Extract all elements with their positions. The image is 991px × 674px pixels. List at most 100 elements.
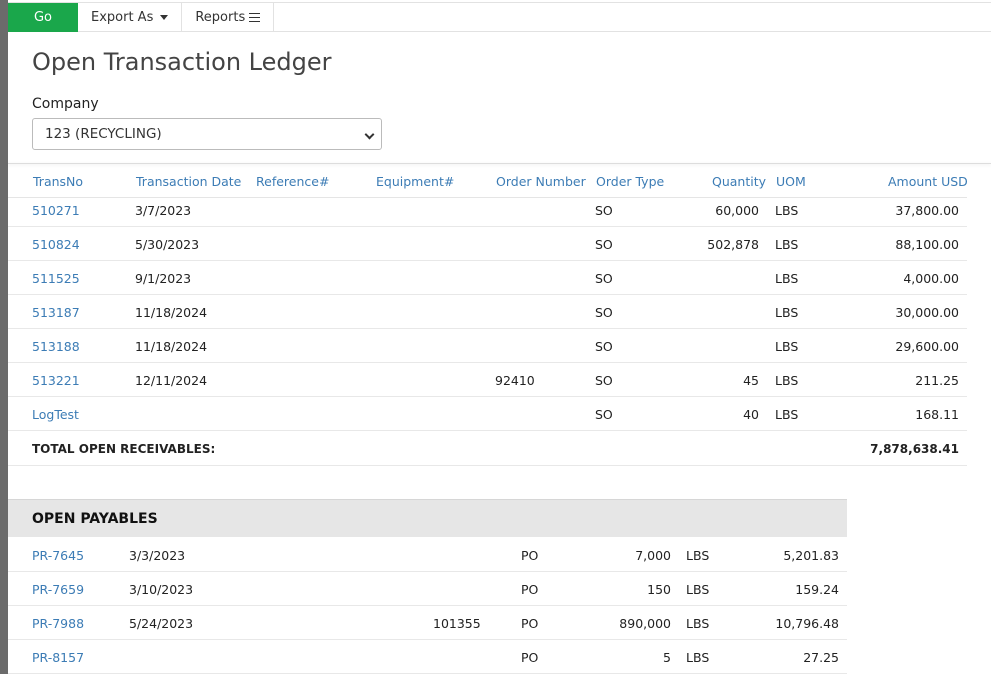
export-as-label: Export As xyxy=(91,10,154,25)
total-open-receivables-value: 7,878,638.41 xyxy=(870,442,959,456)
table-row: 513188 11/18/2024 SO LBS 29,600.00 xyxy=(8,329,967,363)
table-row: PR-7645 3/3/2023 PO 7,000 LBS 5,201.83 xyxy=(8,538,847,572)
transaction-date: 9/1/2023 xyxy=(135,271,192,286)
col-header-order-number[interactable]: Order Number xyxy=(496,174,586,189)
col-header-transaction-date[interactable]: Transaction Date xyxy=(136,174,241,189)
left-edge-bar xyxy=(0,0,8,674)
amount-usd: 29,600.00 xyxy=(895,339,959,354)
total-row: TOTAL OPEN RECEIVABLES: 7,878,638.41 xyxy=(8,432,967,466)
transaction-date: 12/11/2024 xyxy=(135,373,208,388)
uom: LBS xyxy=(686,616,710,631)
company-label: Company xyxy=(32,96,99,112)
quantity: 502,878 xyxy=(707,237,759,252)
col-header-quantity[interactable]: Quantity xyxy=(712,174,766,189)
amount-usd: 37,800.00 xyxy=(895,203,959,218)
caret-down-icon xyxy=(160,15,169,20)
quantity: 5 xyxy=(663,650,671,665)
order-type: SO xyxy=(595,373,613,388)
col-header-amount-usd[interactable]: Amount USD xyxy=(888,174,968,189)
order-type: SO xyxy=(595,237,613,252)
col-header-order-type[interactable]: Order Type xyxy=(596,174,664,189)
table-row: PR-7659 3/10/2023 PO 150 LBS 159.24 xyxy=(8,572,847,606)
transno-link[interactable]: 510271 xyxy=(32,203,80,218)
amount-usd: 159.24 xyxy=(795,582,839,597)
amount-usd: 211.25 xyxy=(915,373,959,388)
quantity: 890,000 xyxy=(619,616,671,631)
amount-usd: 168.11 xyxy=(915,407,959,422)
company-select-value: 123 (RECYCLING) xyxy=(45,126,162,142)
company-select[interactable]: 123 (RECYCLING) xyxy=(32,118,382,150)
transno-link[interactable]: LogTest xyxy=(32,407,79,422)
uom: LBS xyxy=(775,407,799,422)
uom: LBS xyxy=(775,203,799,218)
order-type: PO xyxy=(521,650,539,665)
quantity: 60,000 xyxy=(715,203,759,218)
table-row: 510824 5/30/2023 SO 502,878 LBS 88,100.0… xyxy=(8,227,967,261)
transno-link[interactable]: 511525 xyxy=(32,271,80,286)
order-type: PO xyxy=(521,616,539,631)
order-type: SO xyxy=(595,271,613,286)
go-button[interactable]: Go xyxy=(8,3,78,32)
transno-link[interactable]: 510824 xyxy=(32,237,80,252)
transno-link[interactable]: PR-7659 xyxy=(32,582,84,597)
transaction-date: 11/18/2024 xyxy=(135,305,208,320)
order-type: PO xyxy=(521,582,539,597)
uom: LBS xyxy=(686,548,710,563)
amount-usd: 5,201.83 xyxy=(783,548,839,563)
quantity: 45 xyxy=(743,373,759,388)
reports-label: Reports xyxy=(195,10,246,25)
transno-link[interactable]: 513188 xyxy=(32,339,80,354)
order-type: SO xyxy=(595,339,613,354)
transaction-date: 5/24/2023 xyxy=(129,616,194,631)
col-header-transno[interactable]: TransNo xyxy=(33,174,83,189)
uom: LBS xyxy=(686,582,710,597)
table-row: PR-7988 5/24/2023 101355 PO 890,000 LBS … xyxy=(8,606,847,640)
transaction-date: 5/30/2023 xyxy=(135,237,200,252)
amount-usd: 30,000.00 xyxy=(895,305,959,320)
chevron-down-icon xyxy=(364,129,375,140)
transno-link[interactable]: PR-7988 xyxy=(32,616,84,631)
table-row: 513221 12/11/2024 92410 SO 45 LBS 211.25 xyxy=(8,363,967,397)
uom: LBS xyxy=(775,271,799,286)
col-header-uom[interactable]: UOM xyxy=(776,174,806,189)
open-payables-title: OPEN PAYABLES xyxy=(32,511,158,527)
table-row: PR-8157 PO 5 LBS 27.25 xyxy=(8,640,847,674)
uom: LBS xyxy=(775,339,799,354)
toolbar: Go Export As Reports xyxy=(8,2,991,32)
total-open-receivables-label: TOTAL OPEN RECEIVABLES: xyxy=(32,442,216,456)
order-type: SO xyxy=(595,203,613,218)
quantity: 7,000 xyxy=(635,548,671,563)
table-row: 510271 3/7/2023 SO 60,000 LBS 37,800.00 xyxy=(8,193,967,227)
amount-usd: 27.25 xyxy=(803,650,839,665)
order-type: SO xyxy=(595,407,613,422)
uom: LBS xyxy=(686,650,710,665)
col-header-reference[interactable]: Reference# xyxy=(256,174,329,189)
table-row: 513187 11/18/2024 SO LBS 30,000.00 xyxy=(8,295,967,329)
uom: LBS xyxy=(775,305,799,320)
table-row: LogTest SO 40 LBS 168.11 xyxy=(8,397,967,431)
hamburger-menu-icon xyxy=(249,10,261,25)
transno-link[interactable]: PR-7645 xyxy=(32,548,84,563)
quantity: 40 xyxy=(743,407,759,422)
quantity: 150 xyxy=(647,582,671,597)
table-row: 511525 9/1/2023 SO LBS 4,000.00 xyxy=(8,261,967,295)
amount-usd: 10,796.48 xyxy=(775,616,839,631)
transno-link[interactable]: 513221 xyxy=(32,373,80,388)
transno-link[interactable]: 513187 xyxy=(32,305,80,320)
reports-menu-button[interactable]: Reports xyxy=(182,3,275,32)
order-type: SO xyxy=(595,305,613,320)
open-payables-header: OPEN PAYABLES xyxy=(8,499,847,537)
order-number: 101355 xyxy=(433,616,481,631)
transaction-date: 3/7/2023 xyxy=(135,203,192,218)
transno-link[interactable]: PR-8157 xyxy=(32,650,84,665)
transaction-date: 3/3/2023 xyxy=(129,548,186,563)
order-number: 92410 xyxy=(495,373,535,388)
page-title: Open Transaction Ledger xyxy=(32,48,332,76)
transaction-date: 3/10/2023 xyxy=(129,582,194,597)
col-header-equipment[interactable]: Equipment# xyxy=(376,174,454,189)
amount-usd: 4,000.00 xyxy=(903,271,959,286)
order-type: PO xyxy=(521,548,539,563)
uom: LBS xyxy=(775,237,799,252)
export-as-dropdown[interactable]: Export As xyxy=(78,3,183,32)
section-divider xyxy=(8,163,991,164)
